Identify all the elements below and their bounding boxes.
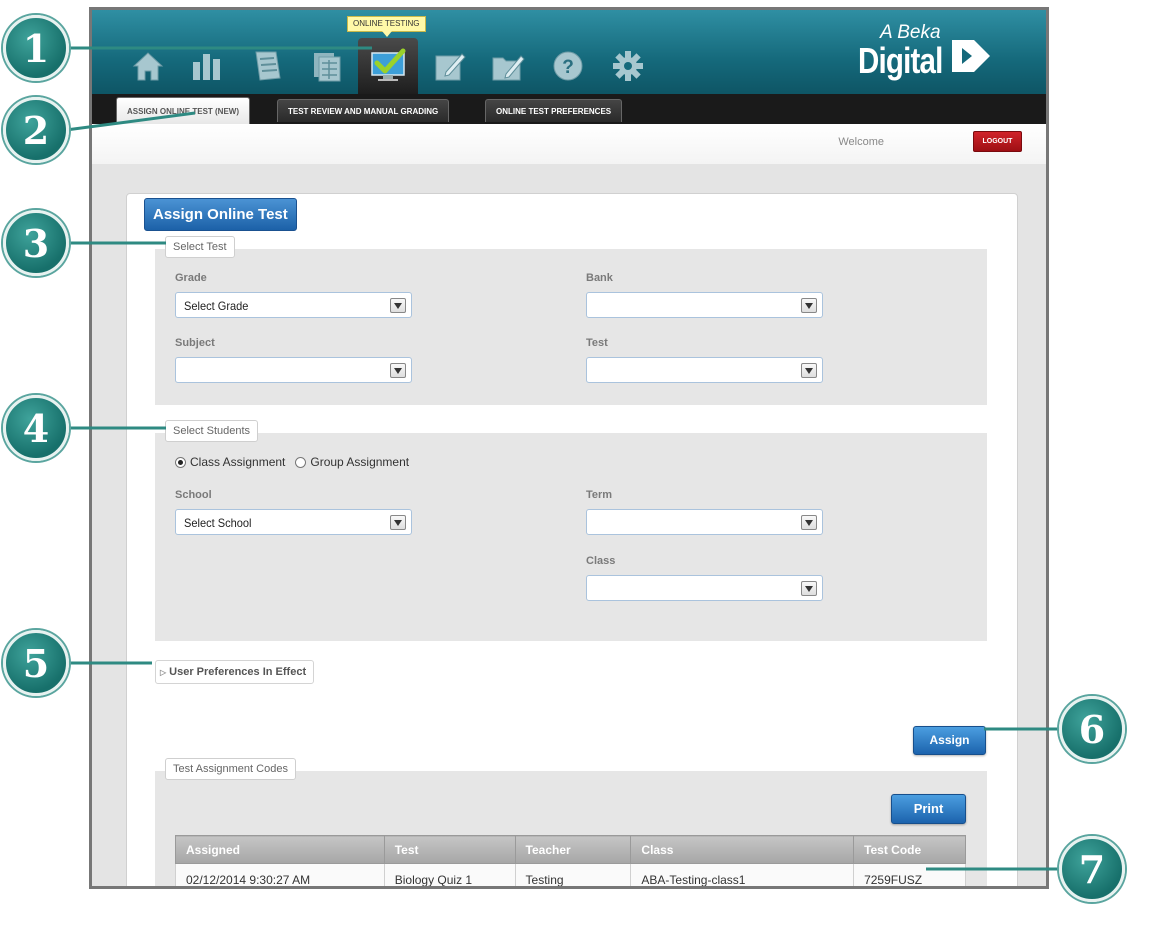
term-select[interactable] [586, 509, 823, 535]
print-button[interactable]: Print [891, 794, 966, 824]
folder-edit-icon[interactable] [486, 44, 530, 88]
app-window: ONLINE TESTING ? A Beka Digital ASSIGN O… [89, 7, 1049, 889]
assign-button[interactable]: Assign [913, 726, 986, 755]
spreadsheet-icon[interactable] [305, 44, 349, 88]
settings-gear-icon[interactable] [606, 44, 650, 88]
callout-2: 2 [3, 97, 69, 163]
group-assignment-label[interactable]: Group Assignment [310, 455, 409, 469]
online-testing-icon[interactable] [358, 38, 418, 94]
test-label: Test [586, 337, 608, 349]
test-select[interactable] [586, 357, 823, 383]
table-row[interactable]: 02/12/2014 9:30:27 AM Biology Quiz 1 Tes… [175, 863, 966, 886]
assignment-type-radio-group: Class Assignment Group Assignment [175, 455, 419, 469]
chevron-down-icon[interactable] [801, 363, 817, 378]
panel-title: Assign Online Test [144, 198, 297, 231]
column-header-teacher[interactable]: Teacher [514, 835, 632, 864]
column-header-assigned[interactable]: Assigned [175, 835, 385, 864]
svg-text:?: ? [562, 57, 574, 78]
welcome-text: Welcome [838, 136, 884, 148]
cell-teacher: Testing [514, 863, 632, 886]
user-preferences-label: User Preferences In Effect [169, 666, 307, 678]
chevron-down-icon[interactable] [390, 515, 406, 530]
select-test-section: Select Test Grade Select Grade Bank Subj… [155, 236, 987, 405]
class-assignment-radio[interactable] [175, 456, 186, 468]
bank-select[interactable] [586, 292, 823, 318]
select-students-section: Select Students Class Assignment Group A… [155, 420, 987, 641]
bank-label: Bank [586, 272, 613, 284]
callout-1: 1 [3, 15, 69, 81]
assignment-codes-table: Assigned Test Teacher Class Test Code 02… [175, 835, 966, 886]
subject-label: Subject [175, 337, 215, 349]
help-icon[interactable]: ? [546, 44, 590, 88]
subject-select[interactable] [175, 357, 412, 383]
test-assignment-codes-section: Test Assignment Codes Print Assigned Tes… [155, 758, 987, 886]
callout-6: 6 [1059, 696, 1125, 762]
abeka-digital-logo: A Beka Digital [858, 20, 998, 90]
top-nav-bar: ONLINE TESTING ? A Beka Digital [92, 10, 1046, 94]
grade-select[interactable]: Select Grade [175, 292, 412, 318]
select-students-legend: Select Students [165, 420, 259, 442]
callout-4: 4 [3, 395, 69, 461]
chevron-down-icon[interactable] [801, 298, 817, 313]
school-label: School [175, 489, 212, 501]
callout-3: 3 [3, 210, 69, 276]
column-header-test[interactable]: Test [383, 835, 516, 864]
tab-assign-online-test[interactable]: ASSIGN ONLINE TEST (NEW) [116, 97, 250, 124]
online-testing-tooltip: ONLINE TESTING [347, 16, 426, 37]
assign-online-test-panel: Assign Online Test Select Test Grade Sel… [126, 193, 1018, 886]
school-select-value: Select School [184, 516, 252, 530]
column-header-class[interactable]: Class [630, 835, 855, 864]
class-assignment-label[interactable]: Class Assignment [190, 455, 285, 469]
tab-online-test-preferences[interactable]: ONLINE TEST PREFERENCES [485, 99, 623, 122]
logo-arrow-icon [952, 40, 990, 72]
cell-test: Biology Quiz 1 [383, 863, 516, 886]
chart-icon[interactable] [185, 44, 229, 88]
grade-select-value: Select Grade [184, 299, 249, 313]
select-test-legend: Select Test [165, 236, 235, 258]
cell-class: ABA-Testing-class1 [630, 863, 855, 886]
annotated-screenshot: ONLINE TESTING ? A Beka Digital ASSIGN O… [0, 0, 1159, 927]
sub-nav-tabs: ASSIGN ONLINE TEST (NEW) TEST REVIEW AND… [92, 94, 1046, 124]
welcome-bar: Welcome LOGOUT [92, 124, 1046, 164]
table-header-row: Assigned Test Teacher Class Test Code [175, 835, 966, 864]
class-select[interactable] [586, 575, 823, 601]
chevron-down-icon[interactable] [801, 581, 817, 596]
callout-7: 7 [1059, 836, 1125, 902]
home-icon[interactable] [126, 44, 170, 88]
callout-5: 5 [3, 630, 69, 696]
column-header-test-code[interactable]: Test Code [853, 835, 966, 864]
expand-triangle-icon: ▷ [160, 668, 167, 677]
user-preferences-toggle[interactable]: ▷ User Preferences In Effect [155, 660, 315, 684]
school-select[interactable]: Select School [175, 509, 412, 535]
edit-notebook-icon[interactable] [428, 44, 472, 88]
chevron-down-icon[interactable] [390, 298, 406, 313]
test-assignment-codes-legend: Test Assignment Codes [165, 758, 296, 780]
cell-test-code: 7259FUSZ [853, 863, 966, 886]
notebook-icon[interactable] [244, 44, 288, 88]
tab-test-review-grading[interactable]: TEST REVIEW AND MANUAL GRADING [277, 99, 450, 122]
logo-wordmark: Digital [858, 40, 943, 81]
class-label: Class [586, 555, 616, 567]
term-label: Term [586, 489, 613, 501]
logout-button[interactable]: LOGOUT [973, 131, 1022, 152]
group-assignment-radio[interactable] [295, 456, 307, 468]
chevron-down-icon[interactable] [801, 515, 817, 530]
cell-assigned: 02/12/2014 9:30:27 AM [175, 863, 385, 886]
grade-label: Grade [175, 272, 207, 284]
chevron-down-icon[interactable] [390, 363, 406, 378]
